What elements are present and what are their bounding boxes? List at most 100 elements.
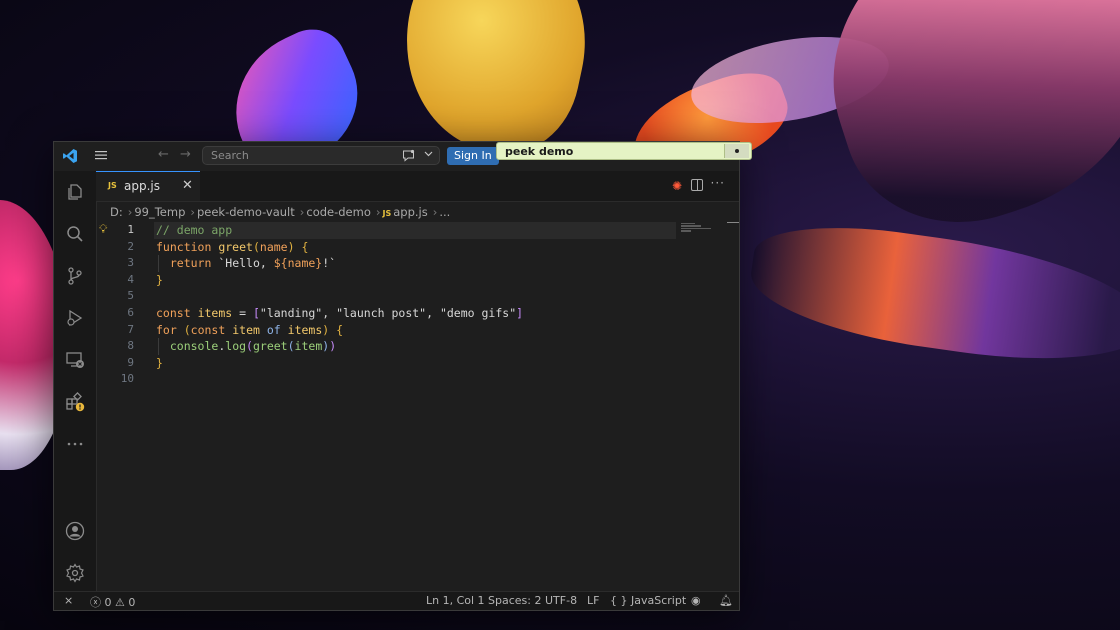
line-number: 6 xyxy=(127,305,134,319)
breadcrumb-item[interactable]: code-demo xyxy=(306,205,371,219)
language-mode[interactable]: { } JavaScript xyxy=(610,594,686,607)
string-token: "launch post" xyxy=(336,305,427,320)
source-control-icon[interactable] xyxy=(65,266,85,286)
keyword-token: function xyxy=(156,239,212,254)
vscode-window: ← → Sign In xyxy=(53,141,740,611)
variable-token: item xyxy=(232,322,260,337)
line-number: 9 xyxy=(127,355,134,369)
object-token: console xyxy=(169,339,219,354)
split-editor-icon[interactable] xyxy=(691,179,703,191)
breadcrumb-separator-icon: › xyxy=(127,205,133,219)
remote-indicator-icon[interactable]: ⨯ xyxy=(64,594,73,607)
breadcrumb-item[interactable]: 99_Temp xyxy=(134,205,185,219)
code-line[interactable] xyxy=(156,371,676,388)
close-icon[interactable]: ✕ xyxy=(182,178,193,193)
peek-record-button[interactable] xyxy=(724,144,749,158)
line-number: 3 xyxy=(127,256,134,270)
encoding-status[interactable]: UTF-8 xyxy=(545,594,577,607)
line-number: 1 xyxy=(127,223,134,236)
extensions-icon[interactable] xyxy=(65,392,85,412)
search-icon[interactable] xyxy=(65,224,85,244)
breadcrumb-item[interactable]: D: xyxy=(110,205,123,219)
search-input[interactable] xyxy=(211,149,391,162)
code-line[interactable]: return `Hello, ${name}!` xyxy=(156,255,676,272)
activity-bar xyxy=(54,171,97,592)
code-line[interactable] xyxy=(156,288,676,305)
tab-app-js[interactable]: JS app.js ✕ xyxy=(96,171,200,201)
menu-icon[interactable] xyxy=(94,148,108,162)
code-line[interactable]: } xyxy=(156,355,676,372)
keyword-token: return xyxy=(169,256,212,271)
vscode-logo-icon xyxy=(63,149,77,163)
line-number: 8 xyxy=(127,339,134,353)
breadcrumb-separator-icon: › xyxy=(375,205,381,219)
peek-title: peek demo xyxy=(505,145,574,158)
problems-indicator[interactable]: ⓧ 0 ⚠ 0 xyxy=(90,594,135,610)
peek-demo-overlay[interactable]: peek demo xyxy=(496,142,752,160)
variable-token: items xyxy=(287,322,323,337)
keyword-token: for xyxy=(156,322,177,337)
forward-arrow-icon[interactable]: → xyxy=(180,147,191,162)
code-line[interactable]: } xyxy=(156,272,676,289)
variable-token: items xyxy=(197,305,233,320)
code-line[interactable]: for (const item of items) { xyxy=(156,322,676,339)
variable-token: item xyxy=(294,339,323,354)
function-token: greet xyxy=(252,339,288,354)
editor-tab-bar: JS app.js ✕ ✺ ··· xyxy=(96,171,739,202)
language-label: JavaScript xyxy=(631,594,687,607)
record-dot-icon xyxy=(735,149,739,153)
breadcrumb-separator-icon: › xyxy=(432,205,438,219)
line-number: 4 xyxy=(127,272,134,286)
eol-status[interactable]: LF xyxy=(587,594,599,607)
warning-count: 0 xyxy=(128,596,136,609)
tab-label: app.js xyxy=(124,179,160,193)
sign-in-button[interactable]: Sign In xyxy=(447,147,499,165)
code-editor[interactable]: 💡︎ 1 2 3 4 5 6 7 8 9 10 // demo app func… xyxy=(96,222,686,592)
chevron-down-icon[interactable] xyxy=(424,151,433,157)
status-bar: ⨯ ⓧ 0 ⚠ 0 Ln 1, Col 1 Spaces: 2 UTF-8 LF… xyxy=(54,591,739,610)
more-views-icon[interactable] xyxy=(65,434,85,454)
line-number: 10 xyxy=(120,372,134,386)
breadcrumb-item[interactable]: peek-demo-vault xyxy=(197,205,295,219)
keyword-token: const xyxy=(190,322,226,337)
back-arrow-icon[interactable]: ← xyxy=(158,147,169,162)
wallpaper-shape xyxy=(744,212,1120,378)
copilot-icon[interactable]: ◉ xyxy=(691,594,701,607)
code-line[interactable]: // demo app xyxy=(154,222,676,239)
string-token: "landing" xyxy=(259,305,323,320)
minimap[interactable] xyxy=(681,222,721,236)
run-debug-icon[interactable] xyxy=(65,308,85,328)
code-line[interactable]: const items = ["landing", "launch post",… xyxy=(156,305,676,322)
keyword-token: const xyxy=(156,305,191,320)
accounts-icon[interactable] xyxy=(65,521,85,541)
variable-token: name xyxy=(287,256,316,271)
line-number: 7 xyxy=(127,322,134,336)
comment-token: // demo app xyxy=(156,223,233,237)
cursor-position[interactable]: Ln 1, Col 1 xyxy=(426,594,485,607)
indentation-status[interactable]: Spaces: 2 xyxy=(488,594,541,607)
keyword-token: of xyxy=(266,322,281,337)
braces-icon: { } xyxy=(610,594,628,607)
settings-gear-icon[interactable] xyxy=(65,563,85,583)
code-line[interactable]: function greet(name) { xyxy=(156,239,676,256)
breadcrumb-item[interactable]: ... xyxy=(439,205,450,219)
code-line[interactable]: console.log(greet(item)) xyxy=(156,338,676,355)
error-count: 0 xyxy=(104,596,112,609)
wallpaper-shape xyxy=(793,0,1120,254)
line-number-gutter: 1 2 3 4 5 6 7 8 9 10 xyxy=(96,222,134,388)
more-actions-icon[interactable]: ··· xyxy=(711,176,725,190)
string-token: `Hello, xyxy=(218,256,274,271)
code-lines[interactable]: // demo app function greet(name) { retur… xyxy=(154,222,676,388)
remote-explorer-icon[interactable] xyxy=(65,350,85,370)
line-number: 2 xyxy=(127,239,134,253)
chat-icon[interactable] xyxy=(402,149,415,162)
claude-spark-icon[interactable]: ✺ xyxy=(672,179,682,193)
string-token: !` xyxy=(322,256,337,271)
function-token: greet xyxy=(218,239,253,254)
breadcrumb: D: › 99_Temp › peek-demo-vault › code-demo › JS a… xyxy=(110,205,452,221)
notifications-bell-icon[interactable]: 🔔︎ xyxy=(719,594,733,607)
breadcrumb-item[interactable]: app.js xyxy=(393,205,428,219)
breadcrumb-separator-icon: › xyxy=(299,205,305,219)
scrollbar[interactable] xyxy=(727,222,739,223)
explorer-icon[interactable] xyxy=(65,182,85,202)
